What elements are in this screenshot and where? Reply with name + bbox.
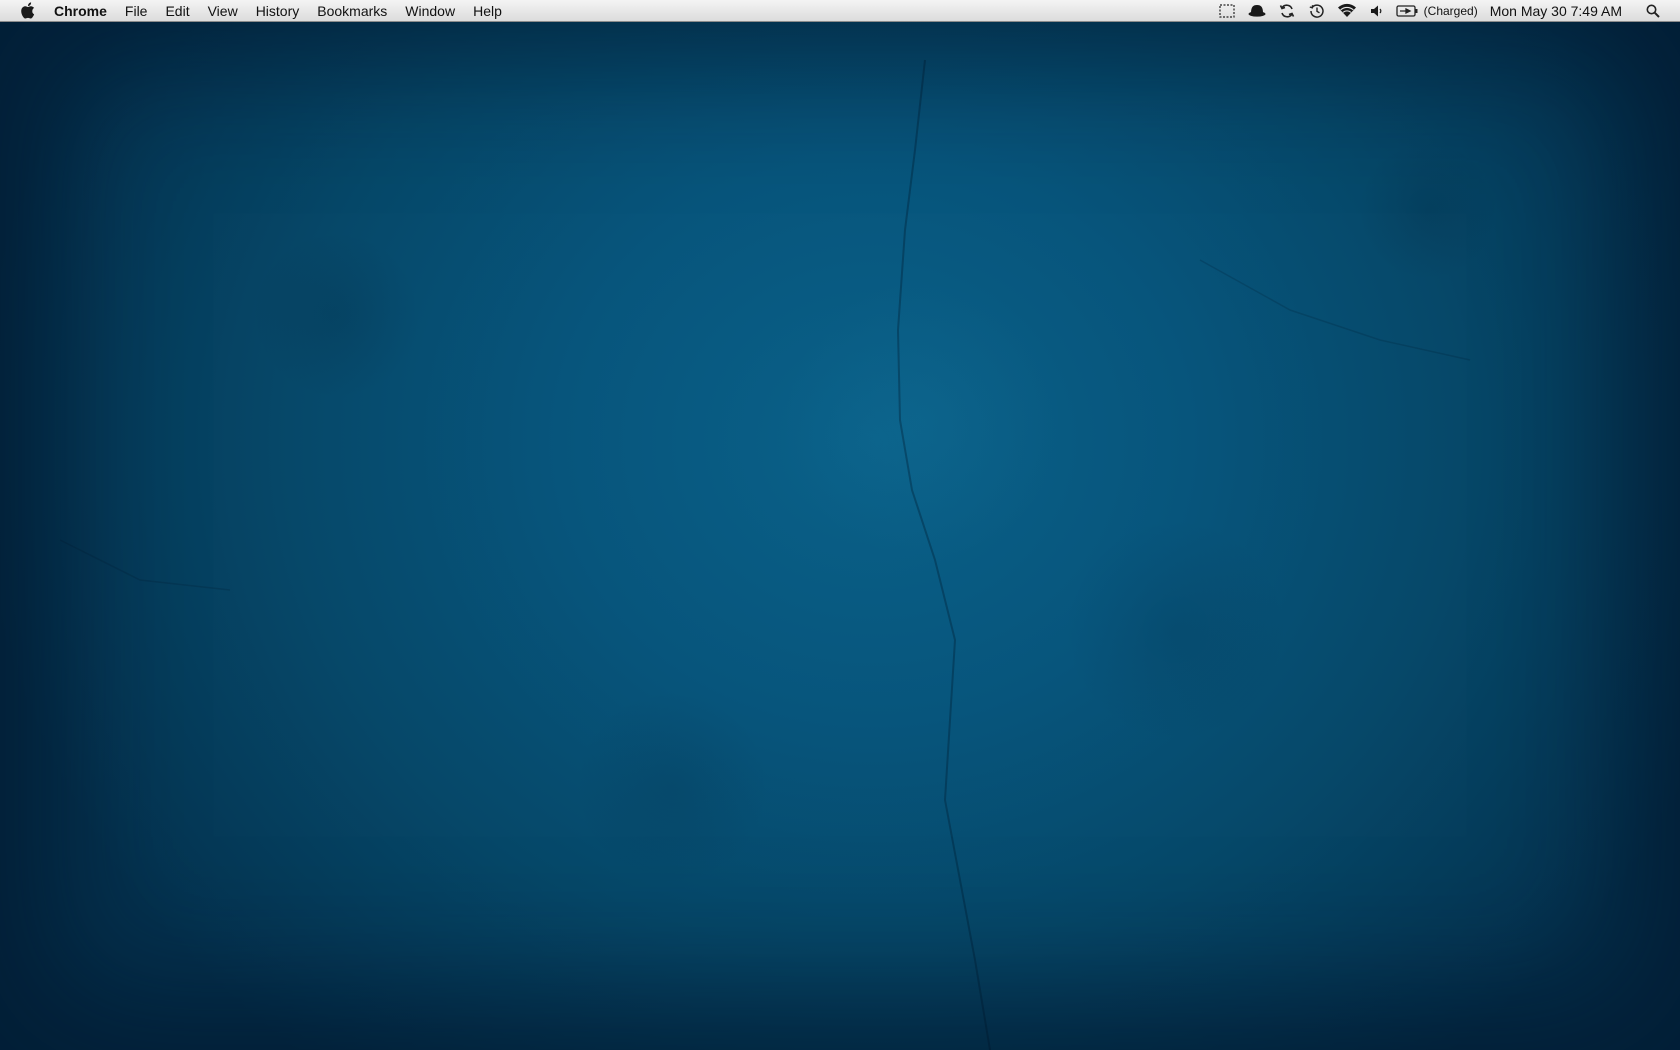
menu-window[interactable]: Window bbox=[396, 0, 464, 21]
menu-app-chrome[interactable]: Chrome bbox=[50, 0, 116, 21]
menu-bar: Chrome File Edit View History Bookmarks … bbox=[0, 0, 1680, 22]
wallpaper-crack bbox=[59, 59, 1471, 1050]
menu-help[interactable]: Help bbox=[464, 0, 511, 21]
apple-logo-icon[interactable] bbox=[18, 1, 36, 21]
wifi-icon[interactable] bbox=[1336, 0, 1358, 22]
menu-bar-left: Chrome File Edit View History Bookmarks … bbox=[0, 0, 511, 21]
menu-view[interactable]: View bbox=[199, 0, 247, 21]
menu-file[interactable]: File bbox=[116, 0, 157, 21]
menu-edit[interactable]: Edit bbox=[156, 0, 198, 21]
desktop[interactable] bbox=[0, 0, 1680, 1050]
sync-icon[interactable] bbox=[1276, 0, 1298, 22]
wallpaper-texture bbox=[0, 0, 1680, 1050]
menu-bookmarks[interactable]: Bookmarks bbox=[308, 0, 396, 21]
spotlight-search-icon[interactable] bbox=[1642, 0, 1664, 22]
screen-capture-icon[interactable] bbox=[1216, 0, 1238, 22]
menu-history[interactable]: History bbox=[247, 0, 309, 21]
time-machine-icon[interactable] bbox=[1306, 0, 1328, 22]
volume-icon[interactable] bbox=[1366, 0, 1388, 22]
battery-icon[interactable] bbox=[1396, 0, 1418, 22]
menu-bar-right: (Charged) Mon May 30 7:49 AM bbox=[1212, 0, 1680, 21]
menu-bar-clock[interactable]: Mon May 30 7:49 AM bbox=[1490, 3, 1622, 19]
battery-status[interactable]: (Charged) bbox=[1424, 4, 1478, 18]
wallpaper-vignette bbox=[0, 0, 1680, 1050]
growl-icon[interactable] bbox=[1246, 0, 1268, 22]
